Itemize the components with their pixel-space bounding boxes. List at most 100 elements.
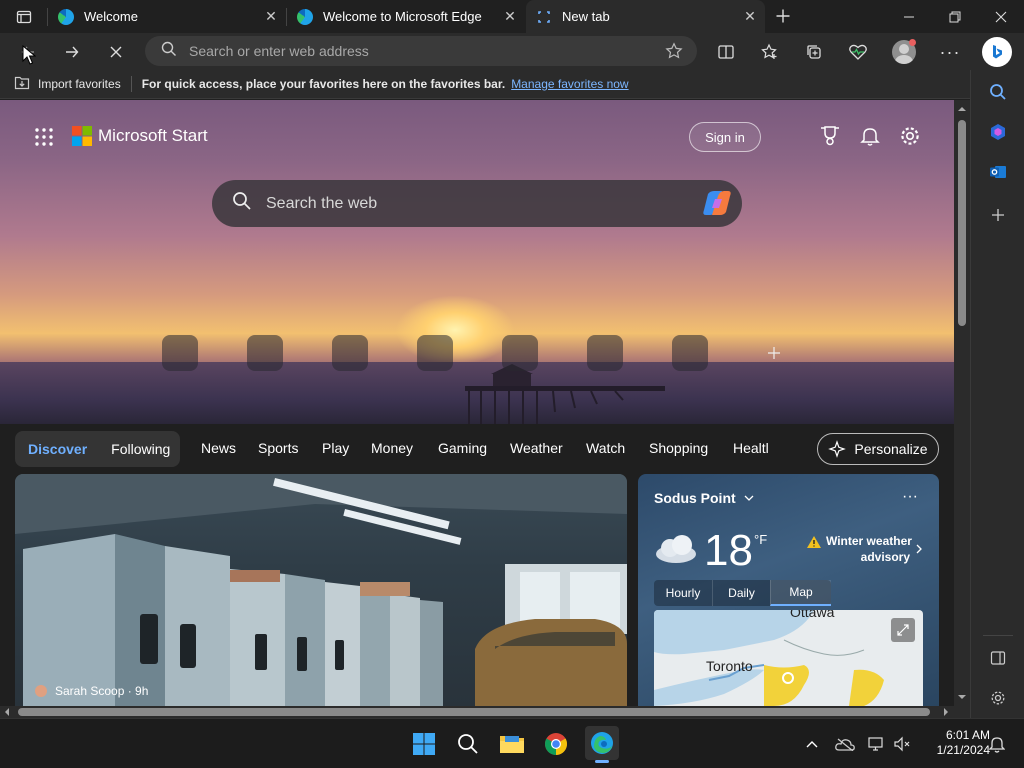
weather-more-button[interactable]: ···: [902, 488, 918, 506]
rewards-button[interactable]: [819, 125, 841, 152]
minimize-button[interactable]: [886, 0, 932, 33]
nav-news[interactable]: News: [201, 440, 236, 456]
favorites-button[interactable]: [755, 37, 785, 67]
sidebar-search-button[interactable]: [984, 78, 1012, 106]
brand-name: Microsoft Start: [98, 126, 208, 145]
sign-in-button[interactable]: Sign in: [689, 122, 761, 152]
tab-welcome[interactable]: Welcome ✕: [48, 0, 286, 33]
tab-daily[interactable]: Daily: [712, 580, 770, 606]
sidebar-add-button[interactable]: [984, 201, 1012, 229]
nav-weather[interactable]: Weather: [510, 440, 563, 456]
quick-link-tile[interactable]: [417, 335, 453, 371]
sidebar-settings-button[interactable]: [984, 684, 1012, 712]
taskbar-search-button[interactable]: [453, 729, 483, 759]
location-name: Sodus Point: [654, 490, 736, 506]
divider: [983, 635, 1013, 636]
arrow-right-icon: [66, 46, 79, 58]
quick-link-tile[interactable]: [162, 335, 198, 371]
chrome-button[interactable]: [541, 729, 571, 759]
horizontal-scrollbar[interactable]: [0, 706, 954, 718]
vertical-scrollbar[interactable]: [954, 100, 970, 706]
apps-launcher-button[interactable]: [34, 127, 54, 147]
sidebar-outlook-button[interactable]: [984, 158, 1012, 186]
search-icon: [990, 84, 1006, 100]
nav-play[interactable]: Play: [322, 440, 349, 456]
tab-hourly[interactable]: Hourly: [654, 580, 712, 606]
tab-new-tab[interactable]: New tab ✕: [526, 0, 765, 33]
add-shortcut-button[interactable]: [767, 346, 781, 365]
scroll-thumb[interactable]: [18, 708, 930, 716]
weather-card[interactable]: Sodus Point ··· 18 °F Winter weather adv…: [638, 474, 939, 706]
file-explorer-button[interactable]: [497, 729, 527, 759]
news-card[interactable]: Sarah Scoop · 9h: [15, 474, 627, 706]
forward-button[interactable]: [57, 37, 87, 67]
quick-link-tile[interactable]: [332, 335, 368, 371]
split-screen-button[interactable]: [711, 37, 741, 67]
weather-map[interactable]: Ottawa Toronto: [654, 610, 923, 706]
start-button[interactable]: [409, 729, 439, 759]
personalize-button[interactable]: Personalize: [817, 433, 939, 465]
import-favorites-button[interactable]: Import favorites: [38, 77, 121, 91]
system-clock[interactable]: 6:01 AM 1/21/2024: [918, 728, 990, 758]
tab-actions-button[interactable]: [9, 2, 39, 32]
close-tab-icon[interactable]: ✕: [264, 9, 278, 23]
scroll-thumb[interactable]: [958, 120, 966, 326]
nav-watch[interactable]: Watch: [586, 440, 625, 456]
edge-taskbar-button[interactable]: [585, 726, 619, 763]
onedrive-offline-icon: [835, 738, 855, 751]
expand-map-icon[interactable]: [891, 618, 915, 642]
quick-link-tile[interactable]: [247, 335, 283, 371]
scroll-up-icon: [958, 107, 966, 111]
tab-map[interactable]: Map: [770, 580, 831, 606]
nav-gaming[interactable]: Gaming: [438, 440, 487, 456]
new-tab-button[interactable]: [768, 1, 798, 31]
favorites-bar: Import favorites For quick access, place…: [0, 70, 970, 99]
add-favorite-icon[interactable]: [665, 42, 683, 65]
notification-center-button[interactable]: [982, 729, 1012, 759]
copilot-bing-button[interactable]: [980, 35, 1014, 69]
edge-icon: [297, 8, 313, 25]
profile-button[interactable]: [889, 37, 919, 67]
feed-mode-toggle: Discover Following: [15, 431, 180, 467]
windows-taskbar: 6:01 AM 1/21/2024: [0, 718, 1024, 768]
gear-icon: [901, 127, 919, 145]
microsoft-start-logo[interactable]: Microsoft Start: [72, 126, 208, 146]
tab-discover[interactable]: Discover: [28, 441, 87, 457]
web-search-box[interactable]: Search the web: [212, 180, 742, 227]
address-bar[interactable]: Search or enter web address: [145, 36, 697, 66]
weather-location[interactable]: Sodus Point: [654, 490, 754, 506]
plus-icon: [776, 9, 790, 23]
tab-welcome-edge[interactable]: Welcome to Microsoft Edge ✕: [287, 0, 525, 33]
quick-link-tile[interactable]: [502, 335, 538, 371]
import-favorites-icon[interactable]: [14, 76, 30, 93]
nav-money[interactable]: Money: [371, 440, 413, 456]
volume-button[interactable]: [887, 729, 917, 759]
onedrive-button[interactable]: [830, 729, 860, 759]
browser-essentials-button[interactable]: [843, 37, 873, 67]
sidebar-copilot-button[interactable]: [984, 118, 1012, 146]
tab-following[interactable]: Following: [111, 441, 170, 457]
search-icon: [458, 734, 478, 754]
quick-link-tile[interactable]: [672, 335, 708, 371]
clock-date: 1/21/2024: [936, 743, 990, 757]
favorites-star-icon: [761, 43, 777, 59]
notifications-button[interactable]: [859, 125, 881, 152]
close-tab-icon[interactable]: ✕: [743, 9, 757, 23]
copilot-icon[interactable]: [702, 190, 732, 221]
stop-loading-button[interactable]: [101, 37, 131, 67]
source-name: Sarah Scoop · 9h: [55, 684, 149, 698]
nav-health[interactable]: Healtl: [733, 440, 769, 456]
close-window-button[interactable]: [978, 0, 1024, 33]
close-tab-icon[interactable]: ✕: [503, 9, 517, 23]
settings-and-more-button[interactable]: ···: [935, 37, 965, 67]
show-hidden-icons-button[interactable]: [797, 729, 827, 759]
manage-favorites-link[interactable]: Manage favorites now: [511, 77, 628, 91]
quick-link-tile[interactable]: [587, 335, 623, 371]
nav-sports[interactable]: Sports: [258, 440, 298, 456]
page-settings-button[interactable]: [899, 125, 921, 152]
nav-shopping[interactable]: Shopping: [649, 440, 708, 456]
restore-button[interactable]: [932, 0, 978, 33]
collections-button[interactable]: [799, 37, 829, 67]
hide-sidebar-button[interactable]: [984, 644, 1012, 672]
temperature-value: 18: [704, 526, 753, 575]
